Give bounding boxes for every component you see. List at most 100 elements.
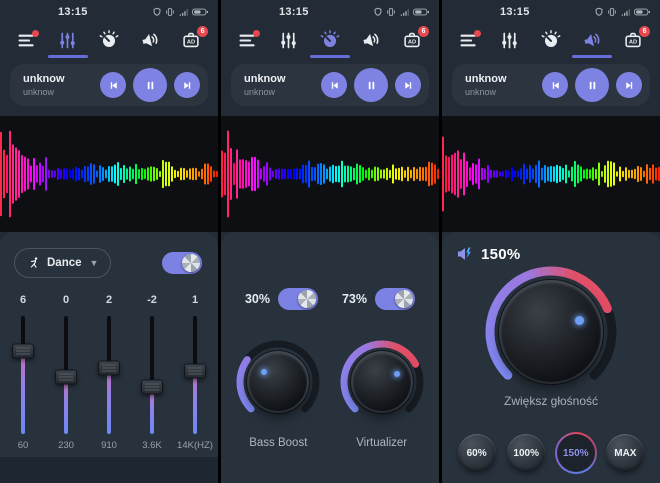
status-icons: [594, 7, 650, 17]
status-time: 13:15: [279, 6, 309, 18]
tab-volume-booster[interactable]: [130, 24, 171, 56]
track-title: unknow: [244, 73, 286, 85]
pause-icon: [368, 81, 374, 89]
volume-max-button[interactable]: MAX: [606, 434, 645, 472]
volume-150-button[interactable]: 150%: [556, 434, 595, 472]
previous-button[interactable]: [100, 72, 126, 98]
tab-menu[interactable]: [448, 24, 489, 56]
volume-100-ring: 100%: [505, 432, 547, 474]
tab-equalizer[interactable]: [489, 24, 530, 56]
signal-icon: [621, 9, 630, 16]
effect-toggles-row: 30% 73%: [221, 288, 439, 310]
tab-equalizer[interactable]: [268, 24, 309, 56]
track-subtitle: unknow: [465, 87, 497, 97]
track-title: unknow: [465, 73, 507, 85]
tab-volume-booster[interactable]: [572, 24, 613, 56]
toggle-knob: [298, 290, 316, 308]
band-slider[interactable]: [98, 316, 120, 434]
equalizer-icon: [60, 32, 76, 48]
bass-boost-knob[interactable]: Bass Boost: [232, 336, 324, 449]
tab-effects[interactable]: [530, 24, 571, 56]
pause-icon: [147, 81, 153, 89]
next-button[interactable]: [174, 72, 200, 98]
volume-preset-buttons: 60% 100% 150% MAX: [442, 432, 660, 474]
tab-ads[interactable]: AD 6: [613, 24, 654, 56]
effect-knobs-row: Bass Boost Virtualizer: [221, 336, 439, 449]
skip-previous-icon: [110, 81, 117, 89]
gauge-knob-icon: [99, 30, 119, 47]
band-slider[interactable]: [141, 316, 163, 434]
tab-bar: AD 6: [0, 22, 218, 62]
volume-value: 150%: [481, 245, 521, 263]
band-freq-label: 60: [17, 440, 29, 451]
battery-icon: [413, 8, 429, 16]
speaker-icon: [363, 33, 379, 47]
volume-knob[interactable]: [501, 282, 601, 382]
equalizer-icon: [281, 32, 297, 48]
band-gain-label: -2: [147, 294, 157, 306]
skip-next-icon: [625, 81, 632, 89]
tab-volume-booster[interactable]: [351, 24, 392, 56]
status-time: 13:15: [500, 6, 530, 18]
slider-thumb[interactable]: [184, 363, 206, 379]
tab-effects[interactable]: [309, 24, 350, 56]
knob-body[interactable]: [249, 353, 308, 411]
knob-indicator-dot: [575, 315, 585, 325]
band-slider[interactable]: [184, 316, 206, 434]
pause-button[interactable]: [133, 68, 167, 102]
shield-icon: [595, 7, 603, 16]
tab-ads[interactable]: AD 6: [171, 24, 212, 56]
volume-100-button[interactable]: 100%: [507, 434, 546, 472]
band-slider[interactable]: [12, 316, 34, 434]
pause-button[interactable]: [575, 68, 609, 102]
signal-icon: [179, 9, 188, 16]
tab-menu[interactable]: [227, 24, 268, 56]
eq-sliders: 6 60 0 230 2 910 -2 3.6K 1 14K(HZ): [0, 294, 218, 451]
virtualizer-knob[interactable]: Virtualizer: [336, 336, 428, 449]
tab-menu[interactable]: [6, 24, 47, 56]
previous-button[interactable]: [321, 72, 347, 98]
volume-60-button[interactable]: 60%: [457, 434, 496, 472]
slider-thumb[interactable]: [98, 360, 120, 376]
speaker-bolt-icon: [458, 247, 471, 260]
track-subtitle: unknow: [23, 87, 55, 97]
pause-icon: [589, 81, 595, 89]
speaker-icon: [142, 33, 158, 47]
status-bar: 13:15: [442, 0, 660, 22]
volume-60-ring: 60%: [456, 432, 498, 474]
equalizer-icon: [502, 32, 518, 48]
slider-thumb[interactable]: [55, 369, 77, 385]
virtualizer-control: 73%: [342, 288, 415, 310]
notification-dot: [253, 30, 261, 37]
slider-thumb[interactable]: [12, 343, 34, 359]
eq-band-60hz: 6 60: [3, 294, 43, 451]
tab-effects[interactable]: [88, 24, 129, 56]
status-bar: 13:15: [221, 0, 439, 22]
pause-button[interactable]: [354, 68, 388, 102]
track-title: unknow: [23, 73, 65, 85]
tab-ads[interactable]: AD 6: [392, 24, 433, 56]
next-button[interactable]: [616, 72, 642, 98]
equalizer-toggle[interactable]: [162, 252, 202, 274]
screen-effects: 13:15 AD 6 unknow unknow 30% 73% Bass Bo…: [221, 0, 439, 483]
virtualizer-toggle[interactable]: [375, 288, 415, 310]
bass-boost-toggle[interactable]: [278, 288, 318, 310]
previous-button[interactable]: [542, 72, 568, 98]
knob-body[interactable]: [352, 353, 411, 411]
next-button[interactable]: [395, 72, 421, 98]
eq-band-14khz: 1 14K(HZ): [175, 294, 215, 451]
slider-thumb[interactable]: [141, 379, 163, 395]
status-time: 13:15: [58, 6, 88, 18]
preset-selector[interactable]: Dance ▼: [14, 248, 112, 278]
band-slider[interactable]: [55, 316, 77, 434]
volume-booster-panel: 150% Zwiększ głośność 60% 100% 150% MAX: [442, 232, 660, 483]
screen-volume-booster: 13:15 AD 6 unknow unknow 150% Zwiększ gł…: [442, 0, 660, 483]
skip-previous-icon: [552, 81, 559, 89]
player-buttons: [321, 68, 421, 102]
dancer-icon: [30, 257, 38, 268]
tab-equalizer[interactable]: [47, 24, 88, 56]
virtualizer-label: Virtualizer: [356, 437, 408, 449]
shield-icon: [153, 7, 161, 16]
chevron-down-icon: ▼: [89, 258, 99, 268]
notification-dot: [32, 30, 40, 37]
